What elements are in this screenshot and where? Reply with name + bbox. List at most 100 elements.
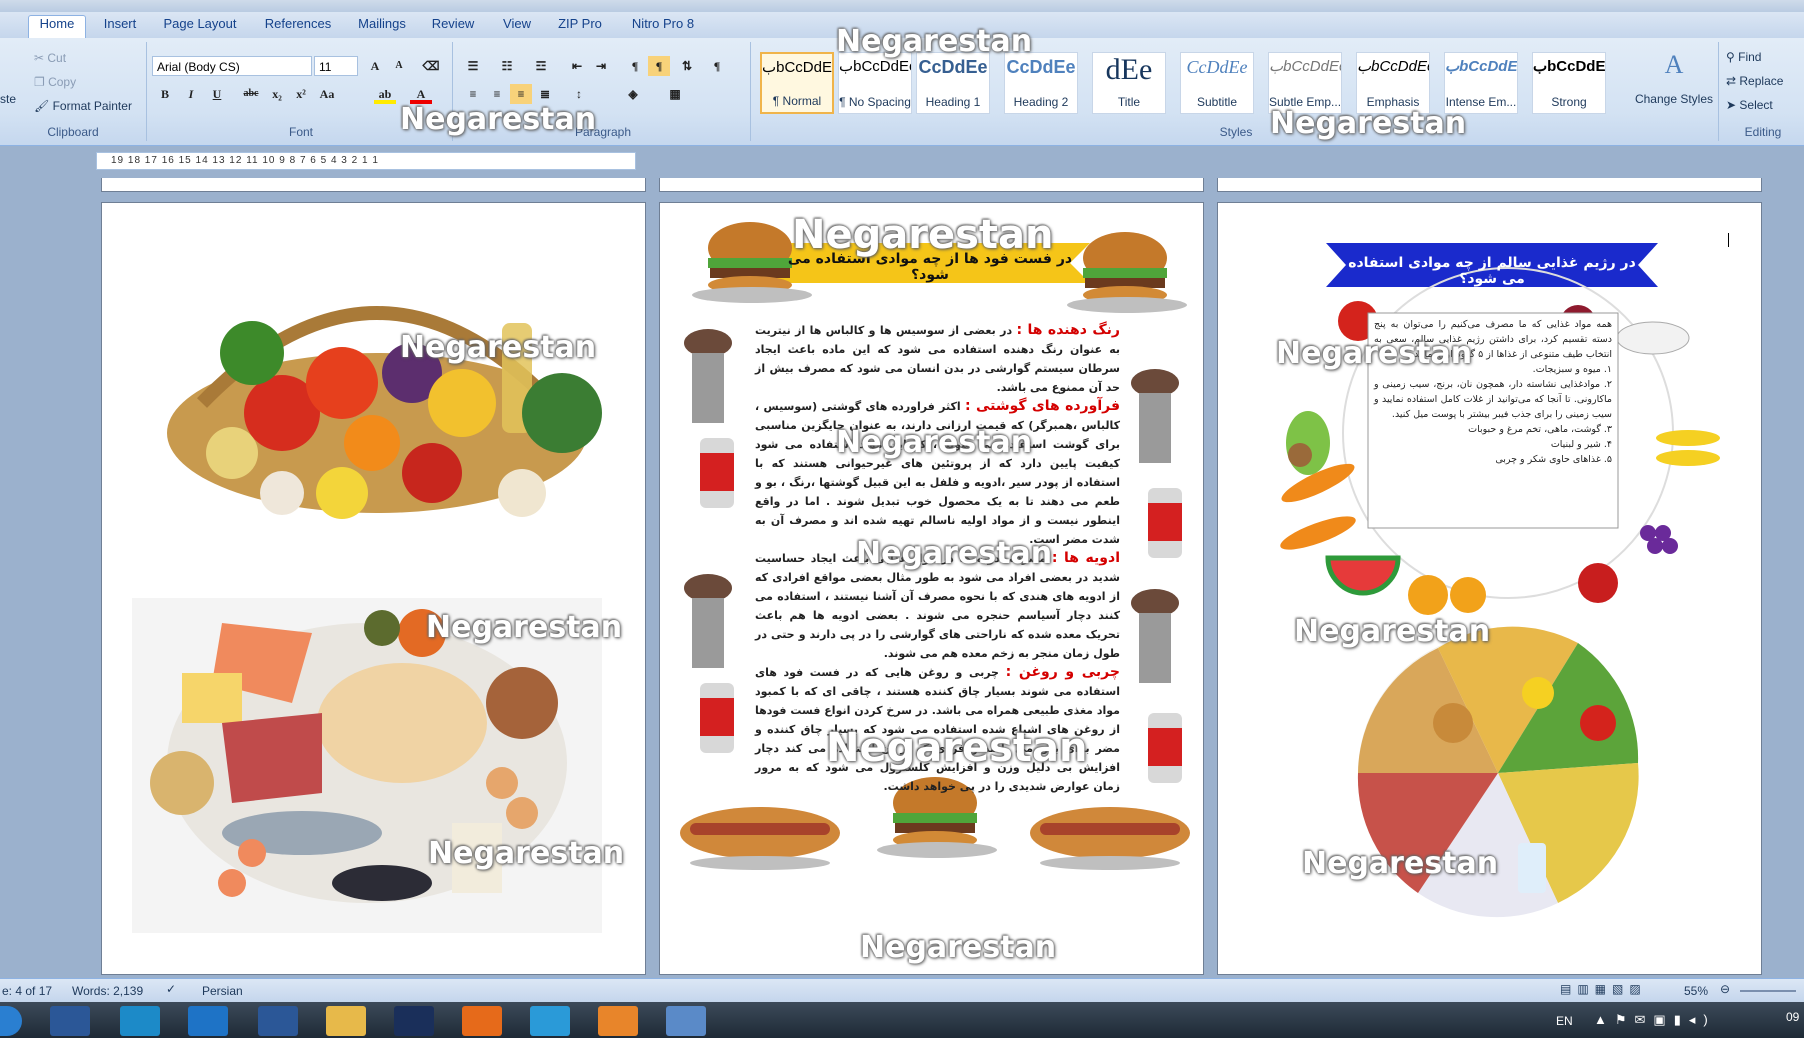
style-normal[interactable]: بbCcDdEe ¶ Normal (760, 52, 834, 114)
superscript-button[interactable]: x² (290, 84, 312, 104)
section-coloring: رنگ دهنده ها : در بعضی از سوسیس ها و کال… (755, 321, 1120, 397)
zoom-level[interactable]: 55% (1684, 984, 1708, 998)
strikethrough-button[interactable]: abc (240, 84, 262, 104)
styles-label: Styles (1219, 125, 1253, 139)
word-count[interactable]: Words: 2,139 (72, 984, 143, 998)
tab-references[interactable]: References (256, 16, 340, 38)
multilevel-icon[interactable]: ☲ (530, 56, 552, 76)
align-center-icon[interactable]: ≡ (486, 84, 508, 104)
highlight-icon[interactable]: ab (374, 84, 396, 104)
change-styles-icon[interactable]: A (1644, 50, 1704, 80)
underline-button[interactable]: U (206, 84, 228, 104)
cut-button[interactable]: ✂ Cut (34, 51, 66, 65)
align-right-icon[interactable]: ≡ (510, 84, 532, 104)
edge-taskbar-icon[interactable] (120, 1006, 160, 1036)
taskbar: EN ▲⚑✉▣▮◂) 09 (0, 1002, 1804, 1038)
decrease-indent-icon[interactable]: ⇤ (566, 56, 588, 76)
grow-font-button[interactable]: A (364, 56, 386, 76)
format-painter-button[interactable]: 🖌 Format Painter (34, 99, 132, 113)
shrink-font-button[interactable]: A (388, 56, 410, 76)
tab-page-layout[interactable]: Page Layout (156, 16, 244, 38)
numbering-icon[interactable]: ☷ (496, 56, 518, 76)
bold-button[interactable]: B (154, 84, 176, 104)
word-taskbar-icon[interactable] (50, 1006, 90, 1036)
style-preview: بbCcDdEe (1357, 58, 1429, 75)
sort-icon[interactable]: ⇅ (676, 56, 698, 76)
style-emphasis[interactable]: بbCcDdEe Emphasis (1356, 52, 1430, 114)
ie-taskbar-icon[interactable] (188, 1006, 228, 1036)
telegram-taskbar-icon[interactable] (530, 1006, 570, 1036)
clock[interactable]: 09 (1786, 1010, 1799, 1024)
find-button[interactable]: ⚲ Find (1726, 50, 1761, 64)
style-preview: بbCcDdEe (762, 59, 832, 76)
rtl-icon[interactable]: ¶ (648, 56, 670, 76)
font-family-select[interactable]: Arial (Body CS) (152, 56, 312, 76)
zoom-out-icon[interactable]: ⊖ (1720, 982, 1730, 996)
section-heading: رنگ دهنده ها : (1016, 322, 1120, 338)
tab-insert[interactable]: Insert (92, 16, 148, 38)
tab-view[interactable]: View (492, 16, 542, 38)
style-preview: بbCcDdEe (1445, 58, 1517, 75)
photoshop-taskbar-icon[interactable] (394, 1006, 434, 1036)
milkshake-icon (1131, 369, 1179, 463)
show-marks-icon[interactable]: ¶ (706, 56, 728, 76)
status-bar: e: 4 of 17 Words: 2,139 ✓ Persian ▤▥▦▧▨ … (0, 978, 1804, 1003)
style-heading-1[interactable]: CcDdEe Heading 1 (916, 52, 990, 114)
watermark: Negarestan (792, 212, 1054, 258)
style-heading-2[interactable]: CcDdEe Heading 2 (1004, 52, 1078, 114)
change-case-button[interactable]: Aa (316, 84, 338, 104)
style-intense-emphasis[interactable]: بbCcDdEeIntense Em... (1444, 52, 1518, 114)
line-spacing-icon[interactable]: ↕ (568, 84, 590, 104)
justify-icon[interactable]: ≣ (534, 84, 556, 104)
change-styles-button[interactable]: Change Styles (1634, 92, 1714, 106)
style-title[interactable]: dEe Title (1092, 52, 1166, 114)
page-count[interactable]: e: 4 of 17 (2, 984, 52, 998)
tab-home[interactable]: Home (28, 15, 86, 38)
zoom-slider[interactable] (1740, 990, 1796, 992)
copy-button[interactable]: ❐ Copy (34, 75, 76, 89)
tab-mailings[interactable]: Mailings (350, 16, 414, 38)
section-heading: ادویه ها : (1051, 550, 1120, 566)
watermark: Negarestan (1302, 846, 1499, 881)
subscript-button[interactable]: x₂ (266, 84, 288, 104)
tray-icons[interactable]: ▲⚑✉▣▮◂) (1594, 1012, 1716, 1028)
replace-button[interactable]: ⇄ Replace (1726, 74, 1783, 88)
healthy-list-item: ۵. غذاهای حاوی شکر و چربی (1495, 454, 1612, 465)
proofing-icon[interactable]: ✓ (166, 982, 176, 996)
folder-taskbar-icon[interactable] (326, 1006, 366, 1036)
font-color-icon[interactable]: A (410, 84, 432, 104)
language-indicator[interactable]: Persian (202, 984, 243, 998)
tab-nitro-pro[interactable]: Nitro Pro 8 (618, 16, 708, 38)
style-subtitle[interactable]: CcDdEe Subtitle (1180, 52, 1254, 114)
tab-review[interactable]: Review (424, 16, 482, 38)
ltr-icon[interactable]: ¶ (624, 56, 646, 76)
borders-icon[interactable]: ▦ (664, 84, 686, 104)
style-subtle-emphasis[interactable]: بbCcDdEe Subtle Emp... (1268, 52, 1342, 114)
tab-zip-pro[interactable]: ZIP Pro (552, 16, 608, 38)
copy-label: Copy (48, 75, 77, 89)
input-language[interactable]: EN (1556, 1014, 1573, 1028)
firefox-taskbar-icon[interactable] (462, 1006, 502, 1036)
font-size-select[interactable]: 11 (314, 56, 358, 76)
select-button[interactable]: ➤ Select (1726, 98, 1773, 112)
horizontal-ruler[interactable]: 19 18 17 16 15 14 13 12 11 10 9 8 7 6 5 … (96, 152, 636, 170)
style-strong[interactable]: بbCcDdEe Strong (1532, 52, 1606, 114)
view-buttons-icon[interactable]: ▤▥▦▧▨ (1560, 982, 1647, 996)
paint-taskbar-icon[interactable] (666, 1006, 706, 1036)
paste-button[interactable]: ste (0, 92, 16, 106)
increase-indent-icon[interactable]: ⇥ (590, 56, 612, 76)
bullets-icon[interactable]: ☰ (462, 56, 484, 76)
italic-button[interactable]: I (180, 84, 202, 104)
align-left-icon[interactable]: ≡ (462, 84, 484, 104)
prev-page-edge (659, 178, 1204, 192)
clear-format-icon[interactable]: ⌫ (420, 56, 442, 76)
media-taskbar-icon[interactable] (598, 1006, 638, 1036)
watermark: Negarestan (400, 330, 597, 365)
word-doc-taskbar-icon[interactable] (258, 1006, 298, 1036)
start-button[interactable] (0, 1006, 22, 1036)
style-preview: CcDdEe (1186, 57, 1248, 77)
style-no-spacing[interactable]: بbCcDdEe ¶ No Spacing (838, 52, 912, 114)
shading-icon[interactable]: ◈ (622, 84, 644, 104)
clipboard-label: Clipboard (47, 125, 99, 139)
page-middle[interactable]: در فست فود ها از چه موادی استفاده می شود… (659, 202, 1204, 975)
